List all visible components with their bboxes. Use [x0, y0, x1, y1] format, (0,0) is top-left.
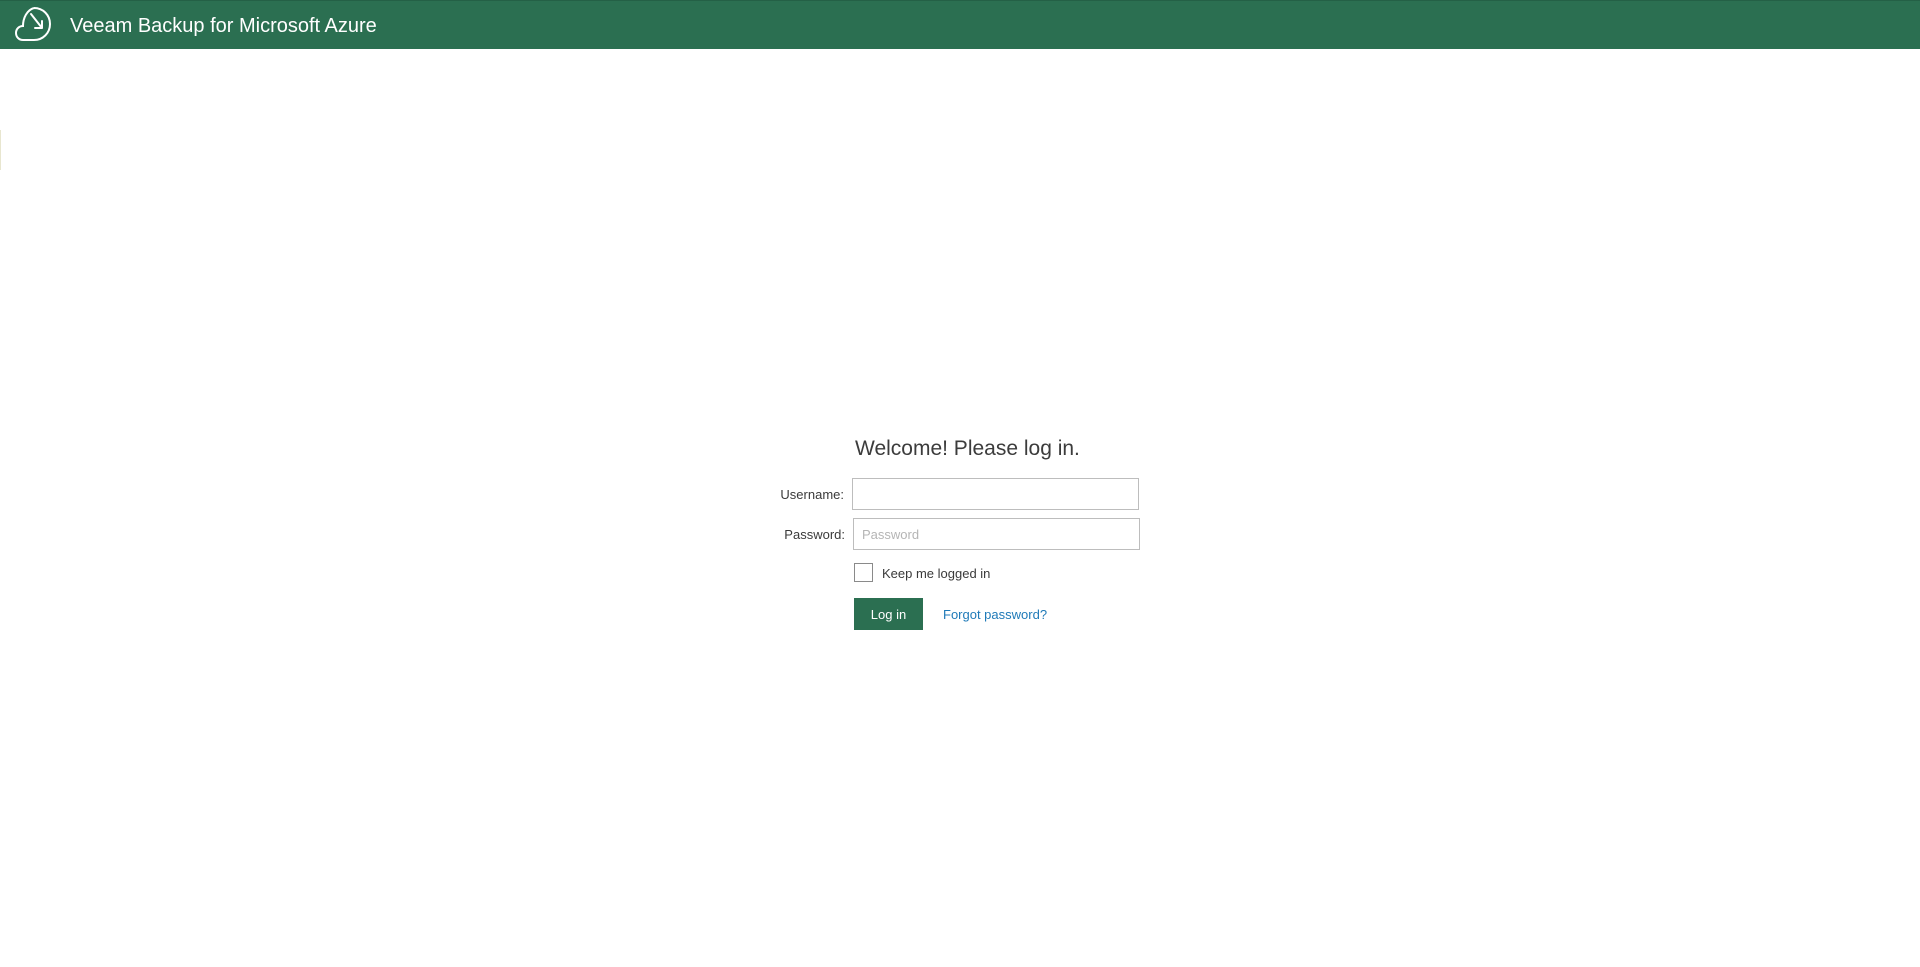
password-input[interactable] — [853, 518, 1140, 550]
login-button[interactable]: Log in — [854, 598, 923, 630]
username-label: Username: — [780, 487, 844, 502]
welcome-heading: Welcome! Please log in. — [855, 437, 1080, 460]
forgot-password-link[interactable]: Forgot password? — [943, 607, 1047, 622]
password-label: Password: — [784, 527, 845, 542]
app-header: Veeam Backup for Microsoft Azure — [0, 0, 1920, 49]
username-input[interactable] — [852, 478, 1139, 510]
edge-mark — [0, 130, 1, 170]
keep-logged-in-checkbox[interactable] — [854, 563, 873, 582]
veeam-cloud-logo-icon — [14, 7, 52, 41]
app-title: Veeam Backup for Microsoft Azure — [70, 15, 377, 37]
keep-logged-in-label[interactable]: Keep me logged in — [882, 566, 990, 581]
